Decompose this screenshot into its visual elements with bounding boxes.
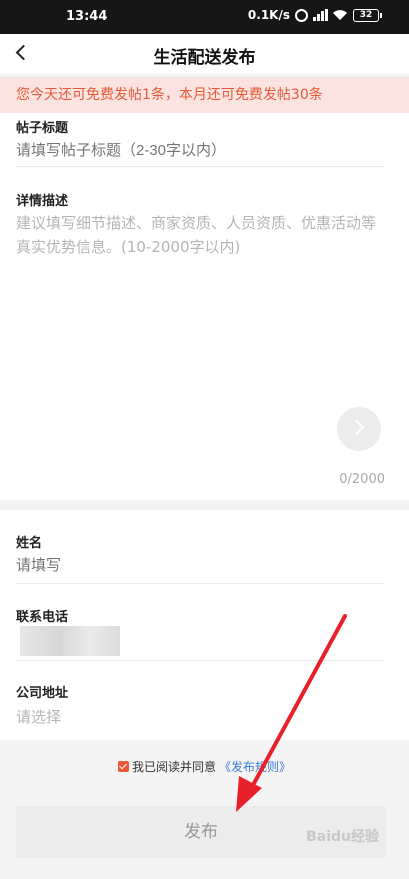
page-title: 生活配送发布 — [153, 48, 256, 68]
chevron-right-icon — [348, 419, 365, 436]
wifi-icon — [332, 9, 348, 21]
divider — [16, 660, 385, 661]
signal-icon — [313, 9, 328, 21]
next-button[interactable] — [337, 407, 381, 451]
publish-rules-link[interactable]: 《发布规则》 — [219, 758, 291, 775]
top-bar: 生活配送发布 — [0, 34, 409, 74]
address-label: 公司地址 — [16, 686, 69, 701]
name-input[interactable] — [16, 552, 386, 578]
name-label: 姓名 — [16, 536, 43, 551]
agreement-row: 我已阅读并同意 《发布规则》 — [0, 758, 409, 775]
description-label: 详情描述 — [16, 194, 69, 209]
agreement-text: 我已阅读并同意 — [131, 760, 216, 774]
status-icons: 0.1K/s 32 — [247, 8, 382, 22]
description-input[interactable]: 建议填写细节描述、商家资质、人员资质、优惠活动等真实优势信息。(10-2000字… — [16, 211, 388, 259]
phone-label: 联系电话 — [16, 610, 69, 625]
divider — [16, 583, 385, 584]
watermark: Baidu经验 — [306, 829, 379, 845]
status-time: 13:44 — [66, 9, 108, 24]
network-speed: 0.1K/s — [247, 8, 290, 22]
battery-icon: 32 — [353, 8, 382, 22]
character-counter: 0/2000 — [339, 472, 385, 487]
contact-info-card: 姓名 联系电话 公司地址 请选择 — [0, 510, 409, 740]
free-post-notice: 您今天还可免费发帖1条，本月还可免费发帖30条 — [0, 77, 409, 113]
agreement-checkbox[interactable] — [117, 761, 129, 772]
status-bar: 13:44 0.1K/s 32 — [0, 0, 409, 34]
post-title-label: 帖子标题 — [16, 121, 69, 136]
divider — [16, 166, 385, 167]
phone-input[interactable] — [20, 626, 120, 656]
post-content-card: 帖子标题 详情描述 建议填写细节描述、商家资质、人员资质、优惠活动等真实优势信息… — [0, 113, 409, 500]
address-select[interactable]: 请选择 — [16, 706, 61, 727]
alarm-icon — [295, 8, 308, 22]
post-title-input[interactable] — [16, 137, 386, 163]
